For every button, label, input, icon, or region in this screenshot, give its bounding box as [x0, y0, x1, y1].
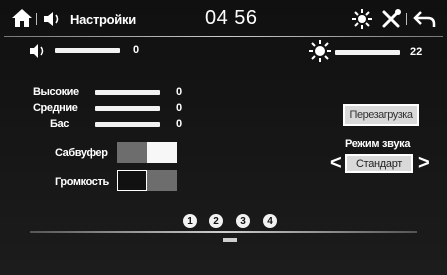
loudness-toggle[interactable]: [117, 170, 177, 191]
sound-mode-label: Режим звука: [345, 138, 411, 150]
next-mode-arrow[interactable]: >: [418, 153, 430, 173]
sound-mode-value[interactable]: Стандарт: [345, 154, 413, 173]
subwoofer-toggle[interactable]: [117, 142, 177, 163]
eq-treble-value: 0: [176, 86, 183, 98]
loudness-label: Громкость: [55, 176, 109, 188]
eq-treble-slider[interactable]: [95, 90, 160, 95]
drawer-handle[interactable]: [223, 238, 237, 242]
toggle-on-segment: [147, 170, 177, 191]
reset-button[interactable]: Перезагрузка: [343, 104, 419, 126]
volume-slider[interactable]: [55, 48, 120, 53]
toggle-off-segment: [117, 142, 147, 163]
toggle-off-segment: [117, 170, 147, 191]
header-bar: Настройки 04 56: [0, 0, 447, 40]
page-dot-1[interactable]: 1: [183, 214, 197, 228]
home-icon[interactable]: [11, 8, 33, 28]
back-icon[interactable]: [413, 9, 437, 29]
eq-mid-label: Средние: [33, 102, 78, 114]
eq-mid-slider[interactable]: [95, 106, 160, 111]
brightness-value: 22: [410, 46, 423, 58]
subwoofer-label: Сабвуфер: [55, 147, 108, 159]
brightness-slider[interactable]: [335, 50, 400, 55]
clock: 04 56: [205, 7, 258, 29]
volume-icon: [30, 44, 44, 58]
header-separator: [4, 36, 443, 37]
volume-value: 0: [133, 44, 140, 56]
brightness-icon[interactable]: [352, 9, 372, 29]
header-divider: [36, 13, 37, 25]
tools-icon[interactable]: [380, 8, 402, 30]
eq-treble-label: Высокие: [33, 86, 79, 98]
page-dot-3[interactable]: 3: [236, 214, 250, 228]
eq-mid-value: 0: [176, 102, 183, 114]
eq-bass-value: 0: [176, 118, 183, 130]
page-dot-4[interactable]: 4: [263, 214, 277, 228]
prev-mode-arrow[interactable]: <: [330, 153, 342, 173]
settings-screen: Настройки 04 56 0 22 Высокие 0 Средние 0…: [0, 0, 447, 275]
page-dot-2[interactable]: 2: [209, 214, 223, 228]
eq-bass-label: Бас: [50, 118, 69, 130]
sun-icon: [309, 40, 331, 62]
speaker-icon[interactable]: [42, 10, 62, 28]
page-title: Настройки: [70, 12, 136, 27]
toggle-on-segment: [147, 142, 177, 163]
eq-bass-slider[interactable]: [95, 122, 160, 127]
header-divider-right: [406, 13, 407, 25]
bottom-separator: [30, 231, 417, 233]
